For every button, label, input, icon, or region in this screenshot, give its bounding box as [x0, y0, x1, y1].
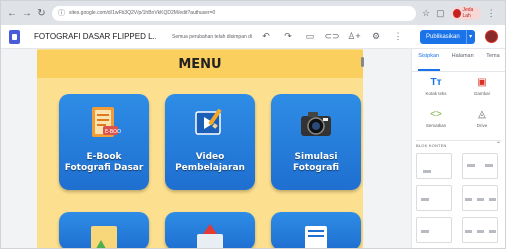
video-label-line1: Video [195, 152, 225, 162]
profile-chip[interactable]: Jeda Lah [450, 6, 481, 20]
bottom-tile-3[interactable] [271, 212, 361, 248]
embed-label: Sematkan [425, 123, 447, 128]
tab-pages[interactable]: Halaman [452, 53, 474, 67]
insert-text-box[interactable]: Tт Kotak teks [416, 77, 456, 96]
ebook-label-line1: E-Book [86, 152, 122, 162]
simulation-label-line1: Simulasi [294, 152, 338, 162]
url-text: sites.google.com/d/1wFb3Q2V/p/1hBnVkKQD2… [69, 10, 216, 16]
back-icon[interactable]: ← [7, 8, 17, 19]
video-label-line2: Pembelajaran [175, 163, 245, 173]
image-label: Gambar [473, 91, 491, 96]
document-icon [305, 226, 327, 248]
simulation-tile[interactable]: Simulasi Fotografi [271, 94, 361, 190]
text-box-icon: Tт [430, 77, 442, 88]
reload-icon[interactable]: ↻ [37, 8, 46, 19]
tabs-divider [412, 71, 505, 72]
profile-label: Jeda Lah [462, 7, 474, 19]
editor-toolbar: FOTOGRAFI DASAR FLIPPED L... Semua perub… [1, 25, 505, 49]
video-tile[interactable]: Video Pembelajaran [165, 94, 255, 190]
panel-tabs: Sisipkan Halaman Tema [412, 53, 505, 67]
drive-label: Drive [476, 123, 488, 128]
ebook-icon: E-BOOK [92, 107, 121, 137]
redo-icon[interactable]: ↷ [280, 31, 296, 42]
insert-panel: Sisipkan Halaman Tema Tт Kotak teks ▣ Ga… [411, 49, 505, 248]
text-box-label: Kotak teks [425, 91, 447, 96]
image-gallery-icon [91, 226, 117, 248]
undo-icon[interactable]: ↶ [258, 31, 274, 42]
canvas-scrollbar[interactable] [361, 57, 364, 67]
share-icon[interactable]: ♙+ [346, 31, 362, 42]
tab-themes[interactable]: Tema [486, 53, 499, 67]
forward-icon[interactable]: → [22, 8, 32, 19]
screenshot-frame: ← → ↻ ⓘ sites.google.com/d/1wFb3Q2V/p/1h… [0, 0, 506, 249]
layout-block-2[interactable] [462, 153, 498, 179]
embed-icon: <> [430, 109, 442, 120]
simulation-label-line2: Fotografi [292, 163, 340, 173]
insert-embed[interactable]: <> Sematkan [416, 109, 456, 128]
layout-block-3[interactable] [416, 185, 452, 211]
simulation-tile-label: Simulasi Fotografi [271, 152, 361, 174]
section-divider [416, 140, 502, 141]
google-sites-logo[interactable] [9, 29, 20, 44]
layout-block-5[interactable] [416, 217, 452, 243]
browser-menu-icon[interactable]: ⋮ [487, 8, 496, 19]
bottom-tile-2[interactable] [165, 212, 255, 248]
upload-icon [197, 224, 223, 248]
drive-icon: ◬ [478, 109, 486, 120]
star-icon[interactable]: ☆ [422, 8, 430, 19]
insert-drive[interactable]: ◬ Drive [462, 109, 502, 128]
video-tile-label: Video Pembelajaran [165, 152, 255, 174]
ebook-tile[interactable]: E-BOOK E-Book Fotografi Dasar [59, 94, 149, 190]
layout-block-6[interactable] [462, 217, 498, 243]
ebook-label-line2: Fotografi Dasar [64, 163, 144, 173]
address-bar[interactable]: ⓘ sites.google.com/d/1wFb3Q2V/p/1hBnVkKQ… [52, 5, 416, 21]
camera-icon [301, 112, 331, 136]
menu-header-band[interactable]: MENU [37, 50, 363, 78]
menu-title: MENU [178, 56, 222, 72]
collapse-chevron-icon[interactable]: ⌃ [496, 141, 501, 148]
site-title[interactable]: FOTOGRAFI DASAR FLIPPED L... [34, 32, 156, 41]
layout-block-1[interactable] [416, 153, 452, 179]
image-icon: ▣ [477, 77, 487, 88]
ebook-tile-label: E-Book Fotografi Dasar [59, 152, 149, 174]
save-status: Semua perubahan telah disimpan di Drive [172, 33, 252, 40]
extensions-icon[interactable]: ▢ [436, 8, 445, 19]
svg-text:E-BOOK: E-BOOK [105, 129, 121, 135]
link-icon[interactable]: ⊂⊃ [324, 31, 340, 42]
profile-avatar [452, 8, 461, 18]
more-options-icon[interactable]: ⋮ [390, 31, 406, 42]
layout-block-4[interactable] [462, 185, 498, 211]
preview-icon[interactable]: ▭ [302, 31, 318, 42]
account-avatar[interactable] [484, 30, 498, 43]
publish-dropdown-icon[interactable]: ▾ [465, 29, 475, 44]
video-icon [195, 108, 222, 135]
site-info-icon[interactable]: ⓘ [58, 8, 65, 18]
settings-icon[interactable]: ⚙ [368, 31, 384, 42]
insert-image[interactable]: ▣ Gambar [462, 77, 502, 96]
tab-insert[interactable]: Sisipkan [418, 53, 439, 67]
bottom-tile-1[interactable] [59, 212, 149, 248]
publish-button[interactable]: Publikasikan [420, 29, 466, 44]
content-blocks-heading: BLOK KONTEN [416, 143, 447, 148]
browser-bar: ← → ↻ ⓘ sites.google.com/d/1wFb3Q2V/p/1h… [1, 1, 505, 25]
